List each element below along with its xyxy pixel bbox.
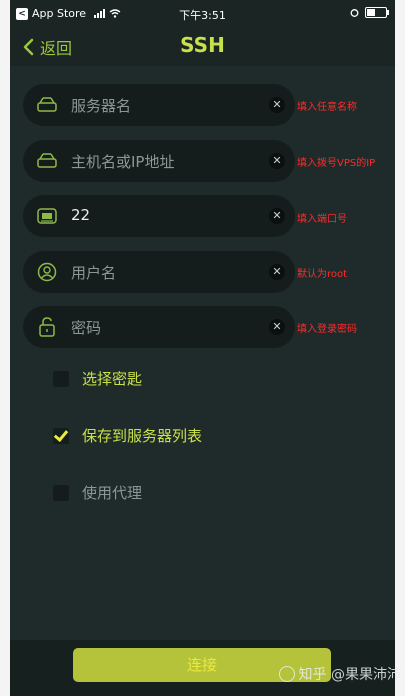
save-to-list-label: 保存到服务器列表 [82,427,203,445]
clear-icon[interactable]: ✕ [269,208,285,224]
nav-bar: 返回 SSH [10,28,395,66]
username-placeholder[interactable]: 用户名 [71,262,116,283]
password-placeholder[interactable]: 密码 [71,317,101,338]
save-to-list-option[interactable]: 保存到服务器列表 [53,425,202,446]
server-name-placeholder[interactable]: 服务器名 [71,95,131,116]
password-field[interactable]: 密码 ✕ [23,306,295,348]
clear-icon[interactable]: ✕ [269,319,285,335]
annotation-server-name: 填入任意名称 [297,102,357,113]
use-proxy-label: 使用代理 [82,484,143,502]
back-label[interactable]: 返回 [40,35,72,59]
username-field[interactable]: 用户名 ✕ [23,251,295,293]
annotation-host: 填入拨号VPS的IP [297,158,376,169]
status-time: 下午3:51 [179,9,226,22]
server-icon [37,97,57,112]
battery-icon [365,7,389,18]
clear-icon[interactable]: ✕ [269,153,285,169]
server-name-field[interactable]: 服务器名 ✕ [23,84,295,126]
back-button[interactable]: 返回 [22,35,72,59]
watermark-icon [278,666,295,682]
status-right [350,7,389,18]
clear-icon[interactable]: ✕ [269,97,285,113]
host-field[interactable]: 主机名或IP地址 ✕ [23,140,295,182]
port-value[interactable]: 22 [71,206,90,224]
use-proxy-option[interactable]: 使用代理 [53,482,142,503]
user-icon [37,262,57,282]
select-key-label: 选择密匙 [82,370,143,388]
host-placeholder[interactable]: 主机名或IP地址 [71,151,174,172]
select-key-checkbox[interactable] [53,370,69,387]
annotation-username: 默认为root [297,269,348,280]
save-to-list-checkbox[interactable] [53,427,69,444]
annotation-password: 填入登录密码 [297,324,357,335]
server-icon [37,153,57,168]
lock-icon [39,317,55,337]
port-icon [37,208,57,224]
use-proxy-checkbox[interactable] [53,484,69,501]
app-frame: < App Store 下午3:51 返回 SSH 服务器名 ✕ 填入任意名称 … [10,0,395,696]
select-key-option[interactable]: 选择密匙 [53,368,142,389]
watermark: 知乎 @果果沛沛 [278,664,401,684]
clear-icon[interactable]: ✕ [269,264,285,280]
status-bar: < App Store 下午3:51 [10,0,395,28]
port-field[interactable]: 22 ✕ [23,195,295,237]
annotation-port: 填入端口号 [297,214,347,225]
chevron-left-icon [23,38,34,56]
watermark-text: 知乎 @果果沛沛 [298,667,401,683]
alarm-icon [350,9,359,17]
